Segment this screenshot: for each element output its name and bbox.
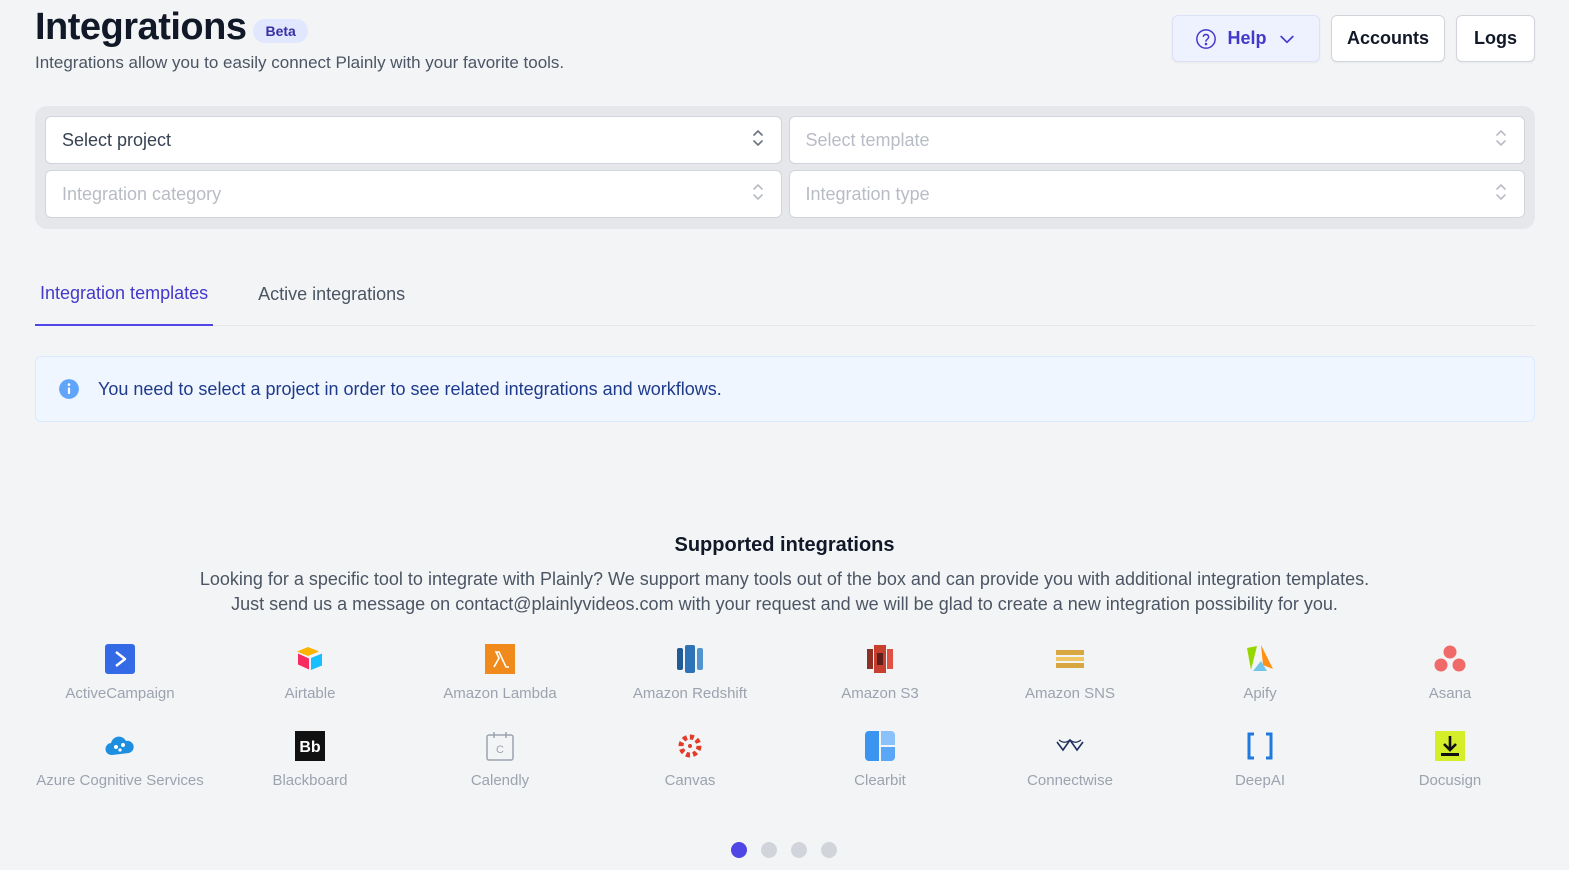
integration-name: Apify [1243, 685, 1277, 702]
integration-name: Clearbit [854, 772, 906, 789]
airtable-icon [293, 642, 327, 676]
supported-description: Looking for a specific tool to integrate… [199, 569, 1370, 614]
selector-chevrons-icon [1494, 127, 1508, 154]
supported-integrations-section: Supported integrations Looking for a spe… [0, 534, 1569, 617]
connectwise-icon [1053, 729, 1087, 763]
integration-item[interactable]: Azure Cognitive Services [25, 729, 215, 816]
type-select[interactable]: Integration type [788, 170, 1525, 218]
tab-integration-templates[interactable]: Integration templates [35, 262, 214, 326]
aws-lambda-icon [483, 642, 517, 676]
aws-redshift-icon [673, 642, 707, 676]
project-select-value: Select project [62, 129, 172, 150]
integration-item[interactable]: DeepAI [1165, 729, 1355, 816]
integration-name: Amazon Lambda [443, 685, 557, 702]
integration-item[interactable]: ActiveCampaign [25, 642, 215, 729]
integration-item[interactable]: C Calendly [405, 729, 595, 816]
page-dot[interactable] [761, 842, 777, 858]
integration-name: Airtable [284, 685, 336, 702]
apify-icon [1243, 642, 1277, 676]
selector-chevrons-icon [1494, 181, 1508, 208]
question-circle-icon [1195, 28, 1217, 50]
info-icon [58, 378, 80, 400]
supported-title: Supported integrations [674, 534, 895, 556]
integration-item[interactable]: Canvas [595, 729, 785, 816]
integration-item[interactable]: Asana [1355, 642, 1545, 729]
integration-name: Calendly [470, 772, 530, 789]
blackboard-icon: Bb [293, 729, 327, 763]
page-header: Integrations Beta Integrations allow you… [35, 6, 564, 73]
info-alert: You need to select a project in order to… [35, 356, 1535, 422]
type-select-placeholder: Integration type [805, 183, 930, 204]
category-select[interactable]: Integration category [45, 170, 782, 218]
integration-item[interactable]: Apify [1165, 642, 1355, 729]
integration-item[interactable]: Connectwise [975, 729, 1165, 816]
tab-bar: Integration templates Active integration… [35, 262, 1535, 326]
integration-item[interactable]: Amazon Redshift [595, 642, 785, 729]
beta-badge: Beta [253, 18, 308, 43]
page-dot[interactable] [821, 842, 837, 858]
alert-text: You need to select a project in order to… [98, 378, 722, 399]
integration-name: ActiveCampaign [65, 685, 175, 702]
help-label: Help [1227, 28, 1267, 48]
azure-cognitive-icon [103, 729, 137, 763]
title-row: Integrations Beta [35, 6, 564, 49]
canvas-icon [673, 729, 707, 763]
integration-name: Amazon Redshift [632, 685, 748, 702]
integration-name: Blackboard [272, 772, 348, 789]
category-select-placeholder: Integration category [62, 183, 222, 204]
integration-name: Amazon SNS [1024, 685, 1116, 702]
integration-name: DeepAI [1234, 772, 1286, 789]
help-button[interactable]: Help [1172, 15, 1320, 62]
clearbit-icon [863, 729, 897, 763]
asana-icon [1433, 642, 1467, 676]
page-dot[interactable] [791, 842, 807, 858]
docusign-icon [1433, 729, 1467, 763]
integration-item[interactable]: Amazon S3 [785, 642, 975, 729]
integration-name: Azure Cognitive Services [36, 772, 204, 789]
logs-button[interactable]: Logs [1456, 15, 1535, 62]
template-select-placeholder: Select template [805, 129, 930, 150]
page-dot[interactable] [731, 842, 747, 858]
integration-item[interactable]: Amazon Lambda [405, 642, 595, 729]
tab-active-integrations[interactable]: Active integrations [253, 262, 410, 326]
page-title: Integrations [35, 6, 247, 48]
integration-name: Asana [1428, 685, 1472, 702]
aws-s3-icon [863, 642, 897, 676]
integration-name: Amazon S3 [841, 685, 919, 702]
chevron-down-icon [1277, 29, 1297, 49]
template-select[interactable]: Select template [788, 116, 1525, 164]
deepai-icon [1243, 729, 1277, 763]
project-select[interactable]: Select project [45, 116, 782, 164]
integration-name: Connectwise [1027, 772, 1113, 789]
calendly-icon: C [483, 729, 517, 763]
integration-name: Docusign [1418, 772, 1482, 789]
filter-panel: Select project Select template Integrati… [35, 106, 1535, 229]
accounts-button[interactable]: Accounts [1331, 15, 1445, 62]
svg-text:C: C [496, 744, 504, 756]
integration-item[interactable]: Bb Blackboard [215, 729, 405, 816]
page-subtitle: Integrations allow you to easily connect… [35, 53, 565, 72]
integration-name: Canvas [664, 772, 716, 789]
integration-item[interactable]: Airtable [215, 642, 405, 729]
svg-text:Bb: Bb [299, 739, 321, 756]
activecampaign-icon [103, 642, 137, 676]
carousel-pagination [731, 842, 837, 858]
selector-chevrons-icon [751, 127, 765, 154]
header-actions: Help Accounts Logs [1172, 15, 1535, 62]
aws-sns-icon [1053, 642, 1087, 676]
integrations-grid: ActiveCampaign Airtable Amazon Lambda Am… [25, 642, 1545, 816]
integration-item[interactable]: Docusign [1355, 729, 1545, 816]
integration-item[interactable]: Clearbit [785, 729, 975, 816]
integration-item[interactable]: Amazon SNS [975, 642, 1165, 729]
selector-chevrons-icon [751, 181, 765, 208]
